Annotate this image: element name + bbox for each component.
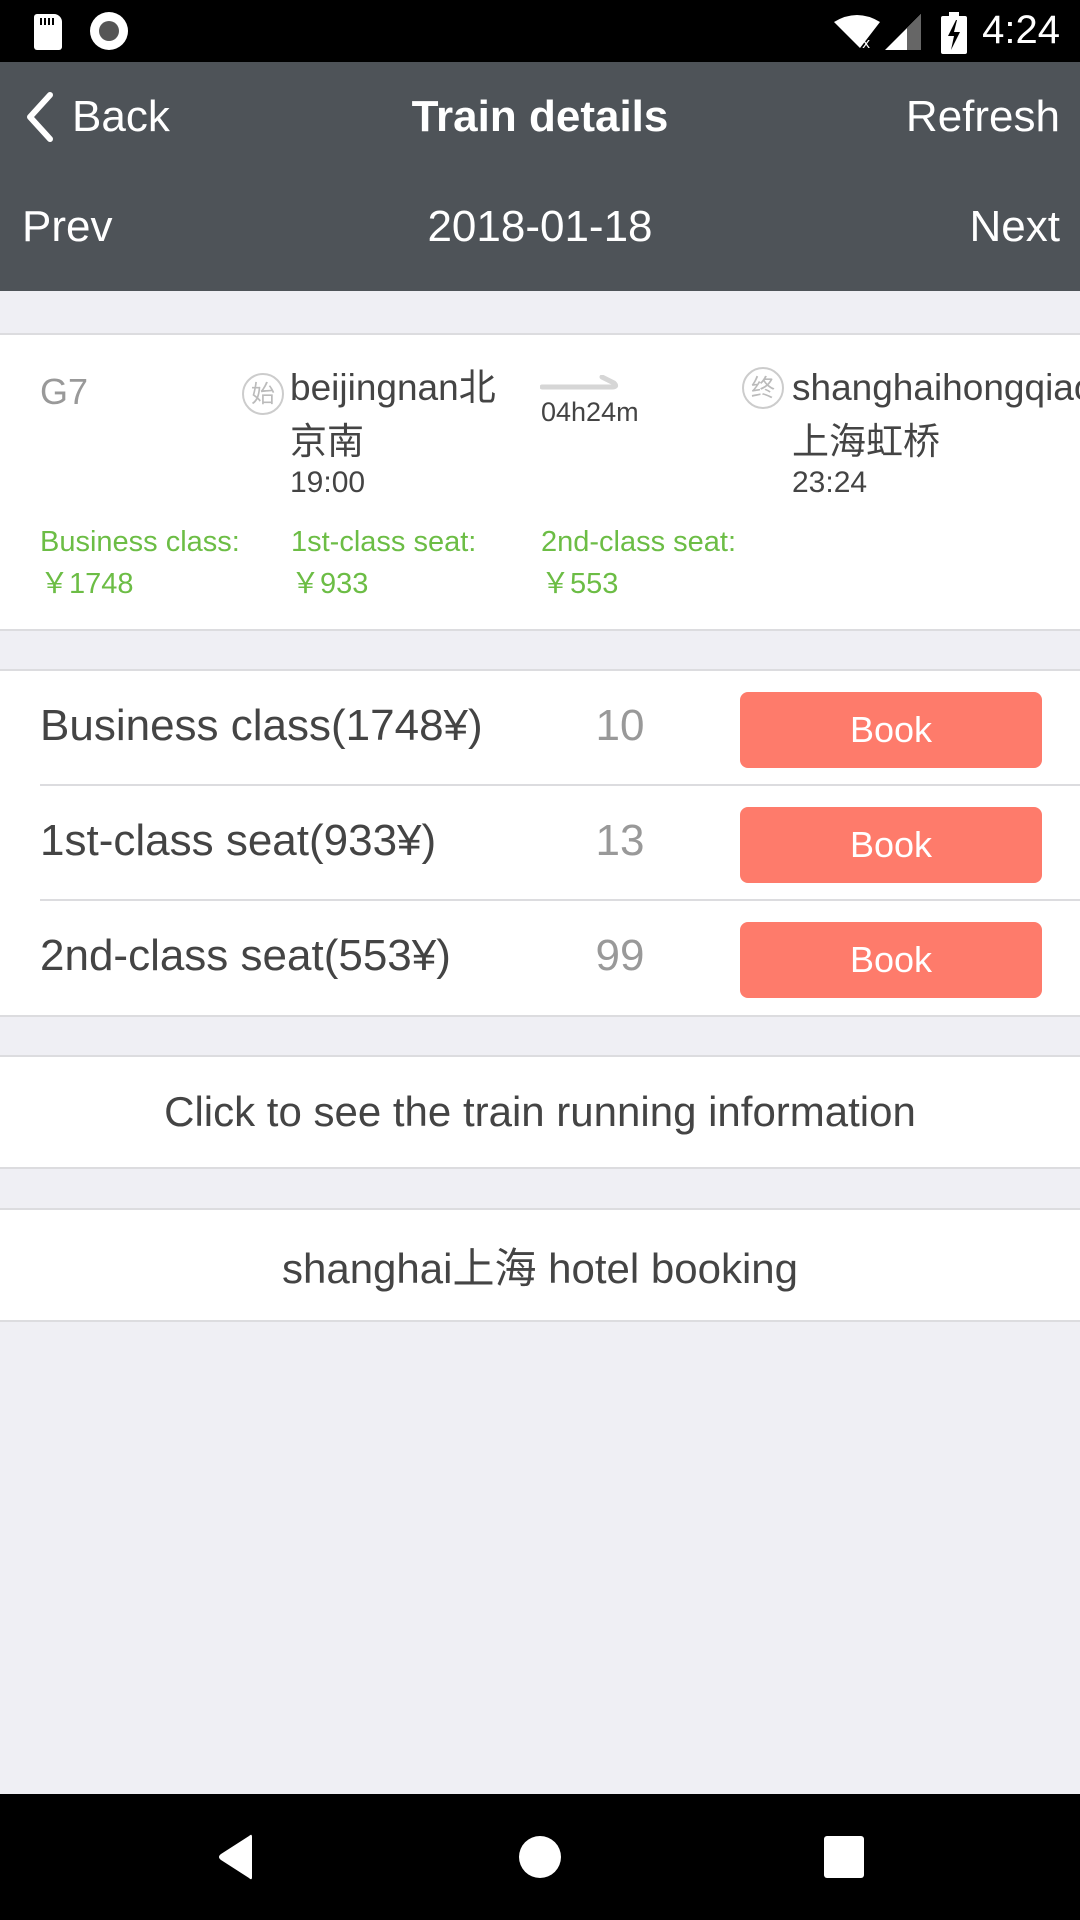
hotel-booking-link[interactable]: shanghai上海 hotel booking bbox=[0, 1208, 1080, 1322]
arrival-station: shanghaihongqiao 上海虹桥 bbox=[792, 361, 1080, 469]
arrival-station-pinyin: shanghaihongqiao bbox=[792, 367, 1080, 408]
seat-class-name: 2nd-class seat(553¥) bbox=[40, 931, 451, 980]
arrow-right-icon bbox=[540, 375, 619, 390]
departure-badge-icon: 始 bbox=[242, 373, 284, 415]
fare-price: ￥553 bbox=[541, 568, 619, 600]
fare-price: ￥1748 bbox=[40, 568, 134, 600]
departure-station: beijingnan北 京南 bbox=[290, 361, 510, 469]
header-top-row: Back Train details Refresh bbox=[0, 62, 1080, 172]
header: Back Train details Refresh Prev 2018-01-… bbox=[0, 62, 1080, 291]
navigation-bar bbox=[0, 1794, 1080, 1920]
train-summary-card: G7 始 beijingnan北 京南 19:00 04h24m 终 shang… bbox=[0, 333, 1080, 631]
date-nav-row: Prev 2018-01-18 Next bbox=[0, 174, 1080, 284]
fare-label: Business class: bbox=[40, 526, 240, 558]
seat-row-second-class: 2nd-class seat(553¥) 99 Book bbox=[0, 901, 1080, 1016]
departure-station-pinyin: beijingnan bbox=[290, 367, 459, 408]
circle-home-icon bbox=[519, 1836, 561, 1878]
seat-row-business: Business class(1748¥) 10 Book bbox=[0, 671, 1080, 786]
arrival-time: 23:24 bbox=[792, 466, 868, 499]
next-day-button[interactable]: Next bbox=[970, 202, 1060, 252]
seat-row-first-class: 1st-class seat(933¥) 13 Book bbox=[0, 786, 1080, 901]
fare-second-class: 2nd-class seat: ￥553 bbox=[541, 521, 736, 605]
book-second-class-button[interactable]: Book bbox=[740, 922, 1042, 998]
refresh-button[interactable]: Refresh bbox=[906, 92, 1060, 142]
svg-text:x: x bbox=[862, 36, 870, 50]
seat-count: 99 bbox=[595, 931, 645, 980]
cell-signal-icon bbox=[885, 14, 921, 50]
wifi-off-icon: x bbox=[834, 15, 880, 50]
departure-time: 19:00 bbox=[290, 466, 366, 499]
fare-label: 2nd-class seat: bbox=[541, 526, 737, 558]
seat-class-name: Business class(1748¥) bbox=[40, 701, 483, 750]
date-label: 2018-01-18 bbox=[427, 202, 653, 251]
clock: 4:24 bbox=[982, 8, 1060, 52]
departure-station-cn-1: 北 bbox=[458, 367, 496, 408]
arrival-badge-icon: 终 bbox=[742, 367, 784, 409]
sd-card-icon bbox=[34, 14, 62, 50]
nav-recent-apps-button[interactable] bbox=[774, 1794, 914, 1920]
square-recents-icon bbox=[824, 1836, 864, 1878]
train-number: G7 bbox=[40, 371, 89, 412]
arrival-station-cn: 上海虹桥 bbox=[792, 421, 940, 462]
seat-count: 13 bbox=[595, 816, 645, 865]
fare-price: ￥933 bbox=[291, 568, 369, 600]
fare-business: Business class: ￥1748 bbox=[40, 521, 240, 605]
fare-first-class: 1st-class seat: ￥933 bbox=[291, 521, 476, 605]
fare-label: 1st-class seat: bbox=[291, 526, 477, 558]
battery-charging-icon bbox=[941, 12, 967, 54]
record-icon bbox=[90, 12, 128, 50]
book-business-button[interactable]: Book bbox=[740, 692, 1042, 768]
triangle-back-icon bbox=[219, 1834, 252, 1880]
status-bar: x 4:24 bbox=[0, 0, 1080, 62]
trip-duration: 04h24m bbox=[541, 397, 639, 427]
nav-back-button[interactable] bbox=[166, 1794, 306, 1920]
departure-station-cn-2: 京南 bbox=[290, 421, 364, 462]
seat-class-name: 1st-class seat(933¥) bbox=[40, 816, 437, 865]
train-running-info-link[interactable]: Click to see the train running informati… bbox=[0, 1055, 1080, 1169]
nav-home-button[interactable] bbox=[470, 1794, 610, 1920]
book-first-class-button[interactable]: Book bbox=[740, 807, 1042, 883]
seat-count: 10 bbox=[595, 701, 645, 750]
seat-list: Business class(1748¥) 10 Book 1st-class … bbox=[0, 669, 1080, 1017]
